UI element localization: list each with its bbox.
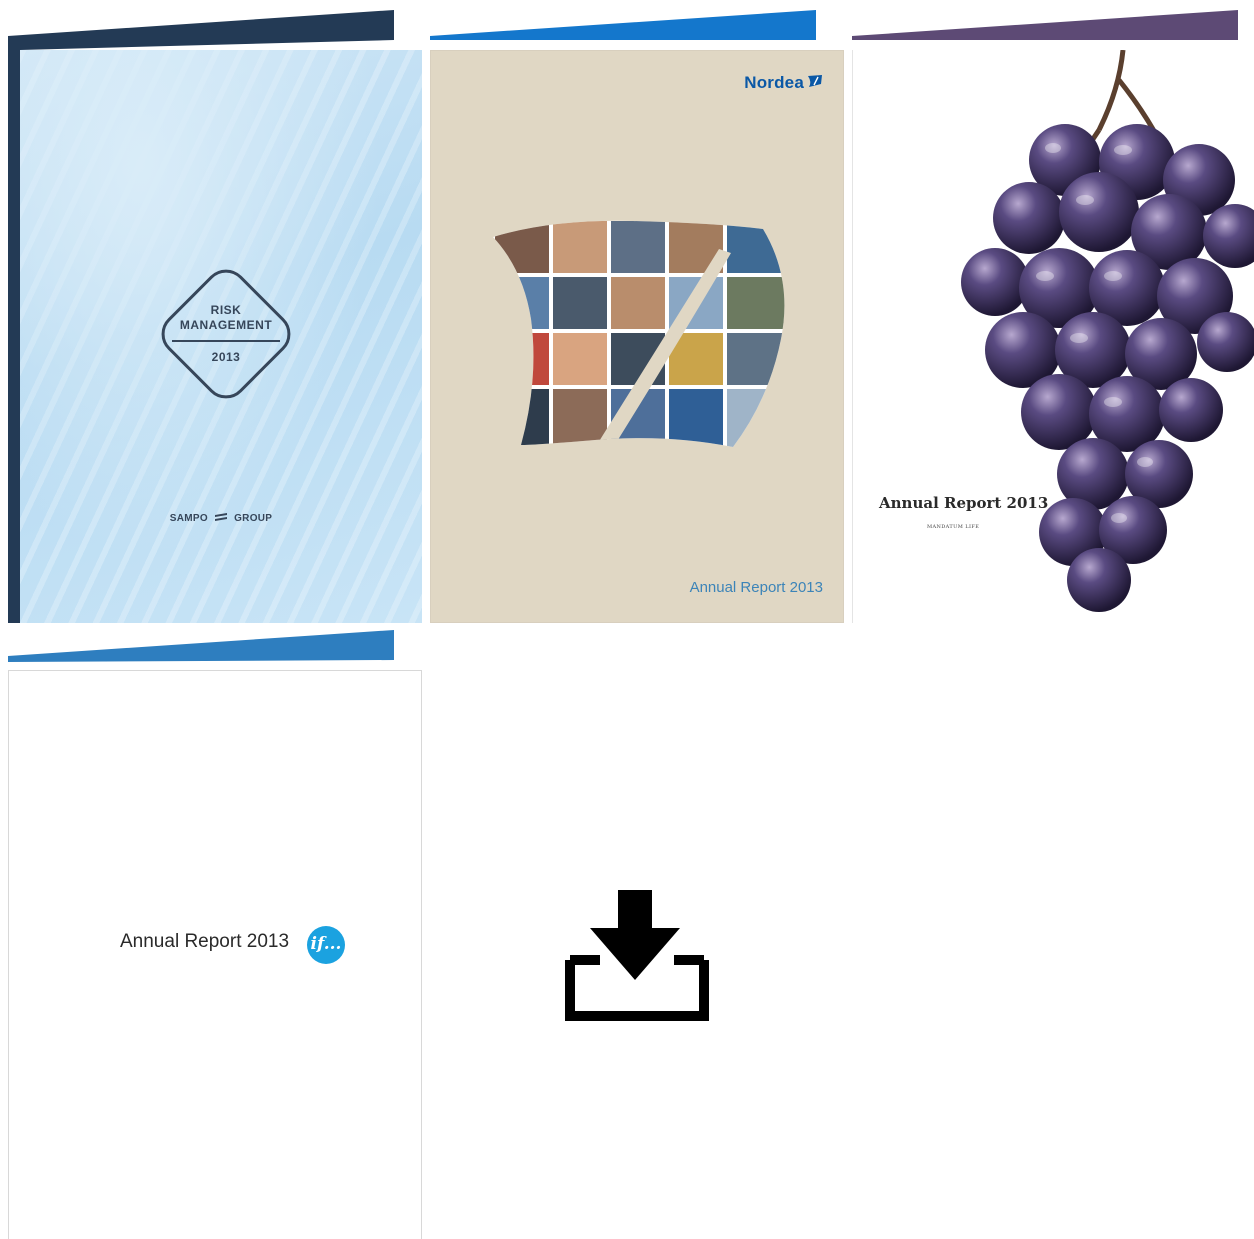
- cover-title: Annual Report 2013: [120, 931, 290, 952]
- cover-title: Annual Report 2013: [879, 494, 1049, 512]
- report-card-risk-management[interactable]: RISK MANAGEMENT 2013 SAMPO GROUP: [8, 10, 422, 623]
- download-icon[interactable]: [564, 888, 710, 1022]
- report-cover: RISK MANAGEMENT 2013 SAMPO GROUP: [20, 50, 422, 623]
- cover-year: 2013: [211, 350, 241, 364]
- report-cover: Annual Report 2013 if...: [8, 670, 422, 1239]
- if-logo: if...: [307, 926, 345, 964]
- sail-logo-icon: [808, 75, 822, 87]
- nordea-logo: Nordea: [744, 73, 823, 93]
- report-cover: Nordea Annual Report 2013: [430, 50, 844, 623]
- publisher-left: SAMPO: [169, 513, 208, 524]
- brand-name: MANDATUM LIFE: [926, 524, 980, 530]
- brand-name: Nordea: [744, 73, 804, 92]
- title-badge: RISK MANAGEMENT 2013: [152, 260, 300, 408]
- cover-title: Annual Report 2013: [689, 579, 823, 596]
- report-card-mandatum[interactable]: Annual Report 2013 MANDATUM LIFE: [852, 10, 1254, 623]
- folder-flap: [852, 10, 1238, 40]
- publisher-logo: SAMPO GROUP: [20, 512, 422, 524]
- publisher-right: GROUP: [234, 513, 273, 524]
- grapes-illustration: [961, 50, 1254, 612]
- report-card-nordea[interactable]: Nordea Annual Report 2013: [430, 10, 844, 623]
- folder-flap: [430, 10, 816, 40]
- sampo-logo-icon: [215, 513, 227, 521]
- photo-collage: [493, 220, 785, 447]
- cover-title-line2: MANAGEMENT: [179, 318, 273, 332]
- folder-flap: [8, 10, 394, 50]
- report-card-if[interactable]: Annual Report 2013 if...: [8, 630, 422, 1239]
- cover-spine: [8, 38, 20, 623]
- divider: [172, 340, 280, 342]
- report-cover: Annual Report 2013 MANDATUM LIFE: [852, 50, 1254, 623]
- folder-flap: [8, 630, 394, 662]
- cover-title-line1: RISK: [210, 303, 242, 317]
